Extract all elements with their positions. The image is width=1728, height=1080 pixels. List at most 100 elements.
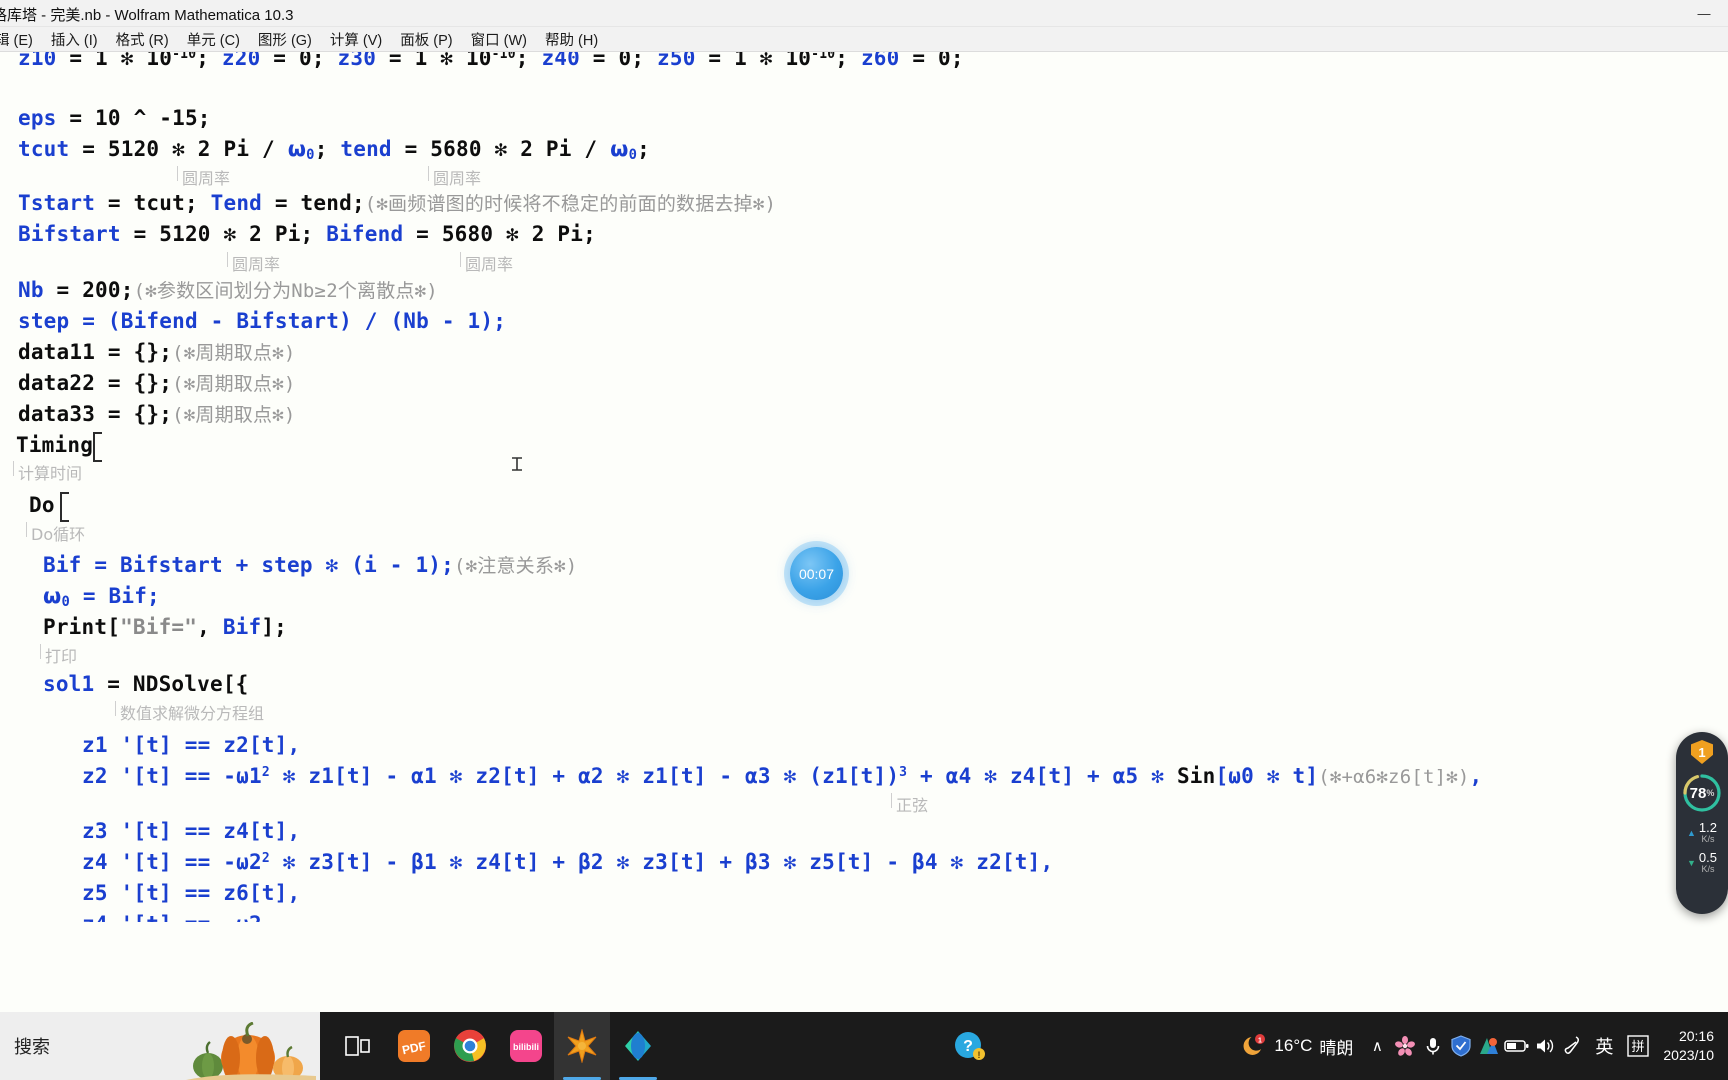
mathematica-icon (567, 1029, 597, 1063)
pumpkin-decoration-icon (186, 1022, 316, 1080)
moon-weather-icon: 1 (1243, 1034, 1266, 1055)
code-line-eq5[interactable]: z5 '[t] == z6[t], (82, 883, 300, 904)
svg-text:拼: 拼 (1632, 1040, 1645, 1055)
code-line-bif[interactable]: Bif = Bifstart + step ✻ (i - 1);(✻注意关系✻) (43, 555, 577, 576)
menu-bar: 辑 (E) 插入 (I) 格式 (R) 单元 (C) 图形 (G) 计算 (V)… (0, 27, 1728, 52)
title-bar: 格库塔 - 完美.nb - Wolfram Mathematica 10.3 — (0, 0, 1728, 27)
code-line-do[interactable]: Do (29, 495, 55, 516)
battery-icon[interactable] (1503, 1012, 1531, 1080)
z30-value: = 1 ✻ 10 (376, 52, 492, 71)
z50-value: = 1 ✻ 10 (695, 52, 812, 71)
comment-bif: (✻注意关系✻) (453, 555, 578, 577)
menu-item-palettes[interactable]: 面板 (P) (391, 27, 461, 52)
taskbar-search-box[interactable]: 搜索 (0, 1012, 320, 1080)
equation-z4-part2: ✻ z3[t] - β1 ✻ z4[t] + β2 ✻ z3[t] + β3 ✻… (269, 850, 1054, 875)
code-line-data33[interactable]: data33 = {};(✻周期取点✻) (18, 404, 295, 425)
var-Bifend: Bifend (326, 222, 404, 246)
code-line-tstart-tend[interactable]: Tstart = tcut; Tend = tend;(✻画频谱图的时候将不稳定… (18, 193, 776, 214)
equation-z2-part1: z2 '[t] == -ω1 (82, 764, 262, 789)
flower-app-icon[interactable] (1391, 1012, 1419, 1080)
fn-Sin: Sin (1176, 764, 1216, 789)
code-line-data11[interactable]: data11 = {};(✻周期取点✻) (18, 342, 295, 363)
security-shield-icon[interactable]: 1 (1691, 740, 1713, 764)
code-line-eq4[interactable]: z4 '[t] == -ω22 ✻ z3[t] - β1 ✻ z4[t] + β… (82, 852, 1053, 873)
fn-NDSolve: NDSolve (132, 672, 223, 696)
var-z50: z50 (657, 52, 696, 71)
taskview-button[interactable] (330, 1012, 386, 1080)
equation-z3: z3 '[t] == z4[t], (82, 819, 301, 843)
code-line-timing[interactable]: Timing (16, 435, 93, 456)
menu-item-insert[interactable]: 插入 (I) (42, 27, 107, 52)
code-line-z-initials[interactable]: z10 = 1 ✻ 10-10; z20 = 0; z30 = 1 ✻ 10-1… (18, 52, 964, 69)
microphone-icon[interactable] (1419, 1012, 1447, 1080)
system-tray: 1 16°C 晴朗 ∧ 英 拼 20:16 2023/10 (1231, 1012, 1728, 1080)
sol1-equals: = (94, 672, 133, 696)
print-variable: Bif (222, 615, 262, 639)
equation-z2-part4: [ω0 ✻ t] (1215, 764, 1319, 789)
bilibili-button[interactable]: bilibili (498, 1012, 554, 1080)
chrome-button[interactable] (442, 1012, 498, 1080)
svg-text:bilibili: bilibili (513, 1042, 539, 1052)
upload-unit: K/s (1701, 833, 1715, 844)
percent-symbol: % (1706, 788, 1715, 798)
code-line-eq6-clipped[interactable]: z4 '[t] == -ω2 (82, 914, 262, 922)
var-data22: data22 = {}; (18, 371, 173, 395)
pen-tool-icon[interactable] (1559, 1012, 1587, 1080)
tcut-value: = 5120 ✻ 2 Pi / (69, 137, 288, 161)
fn-Timing: Timing (16, 433, 94, 457)
volume-icon[interactable] (1531, 1012, 1559, 1080)
hint-pi-2: 圆周率 (427, 165, 481, 189)
fn-Print: Print (43, 615, 108, 639)
speaker-icon (1537, 1039, 1554, 1053)
pdf-app-button[interactable]: PDF (386, 1012, 442, 1080)
code-line-nb[interactable]: Nb = 200;(✻参数区间划分为Nb≥2个离散点✻) (18, 280, 438, 301)
ime-mode-indicator[interactable]: 拼 (1621, 1012, 1655, 1080)
clock-date: 2023/10 (1663, 1047, 1714, 1063)
bif-assignment: Bif = Bifstart + step ✻ (i - 1); (43, 553, 454, 577)
code-line-sol1[interactable]: sol1 = NDSolve[{ (43, 674, 249, 695)
taskbar-clock[interactable]: 20:16 2023/10 (1655, 1027, 1722, 1065)
var-tend: tend (340, 137, 392, 161)
security-app-icon[interactable] (1447, 1012, 1475, 1080)
menu-item-help[interactable]: 帮助 (H) (536, 27, 607, 52)
print-string-literal: "Bif=" (120, 615, 198, 639)
code-line-step[interactable]: step = (Bifend - Bifstart) / (Nb - 1); (18, 311, 506, 332)
code-line-eps[interactable]: eps = 10 ^ -15; (18, 108, 211, 129)
help-button[interactable]: ? ! (944, 1012, 994, 1080)
weather-widget[interactable]: 1 16°C 晴朗 (1231, 1033, 1363, 1059)
evaluation-timer-bubble[interactable]: 00:07 (790, 547, 843, 600)
menu-item-edit[interactable]: 辑 (E) (0, 27, 42, 52)
menu-item-format[interactable]: 格式 (R) (107, 27, 178, 52)
app-teal-button[interactable] (610, 1012, 666, 1080)
upload-speed-row: ▲ 1.2 K/s (1687, 821, 1717, 844)
code-line-eq2[interactable]: z2 '[t] == -ω12 ✻ z1[t] - α1 ✻ z2[t] + α… (82, 766, 1482, 787)
tray-expand-chevron-icon[interactable]: ∧ (1363, 1012, 1391, 1080)
menu-item-evaluation[interactable]: 计算 (V) (321, 27, 391, 52)
comment-data33: (✻周期取点✻) (172, 404, 296, 426)
ime-language-indicator[interactable]: 英 (1587, 1012, 1621, 1080)
code-line-omega-assign[interactable]: ω0 = Bif; (43, 586, 160, 610)
code-line-eq3[interactable]: z3 '[t] == z4[t], (82, 821, 300, 842)
code-line-eq1[interactable]: z1 '[t] == z2[t], (82, 735, 300, 756)
window-controls: — (1680, 0, 1728, 27)
var-z40: z40 (541, 52, 580, 71)
code-line-bifstart-bifend[interactable]: Bifstart = 5120 ✻ 2 Pi; Bifend = 5680 ✻ … (18, 224, 596, 245)
code-line-print[interactable]: Print["Bif=", Bif]; (43, 617, 287, 638)
var-z60: z60 (860, 52, 900, 71)
menu-item-cell[interactable]: 单元 (C) (178, 27, 249, 52)
Bifend-value: = 5680 ✻ 2 Pi; (403, 222, 596, 246)
code-line-data22[interactable]: data22 = {};(✻周期取点✻) (18, 373, 295, 394)
code-line-tcut-tend[interactable]: tcut = 5120 ✻ 2 Pi / ω0; tend = 5680 ✻ 2… (18, 139, 663, 163)
system-monitor-widget[interactable]: 1 78% ▲ 1.2 K/s ▼ 0.5 K/s (1676, 732, 1728, 914)
menu-item-window[interactable]: 窗口 (W) (462, 27, 536, 52)
cpu-gauge: 78% (1681, 772, 1723, 814)
shield-badge-count: 1 (1698, 744, 1706, 760)
var-sol1: sol1 (43, 672, 95, 696)
menu-item-graphics[interactable]: 图形 (G) (249, 27, 321, 52)
omega-assign-value: = Bif; (70, 584, 160, 608)
wechat-like-icon[interactable] (1475, 1012, 1503, 1080)
notebook-canvas[interactable]: z10 = 1 ✻ 10-10; z20 = 0; z30 = 1 ✻ 10-1… (0, 52, 1728, 1012)
colorful-app-icon (1480, 1038, 1499, 1054)
mathematica-button[interactable] (554, 1012, 610, 1080)
minimize-button[interactable]: — (1680, 0, 1728, 27)
